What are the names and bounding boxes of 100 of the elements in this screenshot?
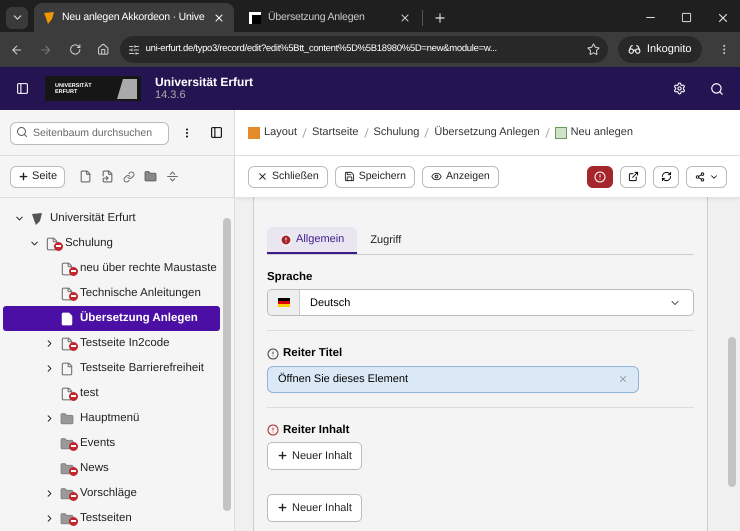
breadcrumb-link[interactable]: Startseite xyxy=(312,124,358,141)
breadcrumb-link[interactable]: Schulung xyxy=(374,124,420,141)
tree-item-label: Universität Erfurt xyxy=(50,210,136,226)
tree-item-label: Schulung xyxy=(65,236,113,251)
external-link-icon xyxy=(628,171,638,182)
tree-item-label: Testseiten xyxy=(80,510,132,526)
close-icon xyxy=(257,171,268,182)
sidebar-toggle-icon[interactable] xyxy=(16,82,29,95)
error-icon xyxy=(280,234,292,246)
language-select[interactable]: Deutsch xyxy=(267,289,694,316)
tree-item[interactable]: Testseite Barrierefreiheit xyxy=(3,356,220,381)
tree-item[interactable]: Testseite In2code xyxy=(3,331,220,356)
tree-item-label: test xyxy=(80,386,99,401)
breadcrumb-separator xyxy=(302,128,307,138)
address-bar[interactable]: uni-erfurt.de/typo3/record/edit?edit%5Btt_content%5D%5B18980%5D=new&module=w... xyxy=(120,36,608,63)
restricted-badge-icon xyxy=(69,292,78,300)
page-icon xyxy=(60,312,74,326)
tree-item[interactable]: Universität Erfurt xyxy=(3,206,220,231)
site-name: Universität Erfurt xyxy=(155,76,254,88)
browser-tab[interactable]: Neu anlegen Akkordeon · Unive xyxy=(34,3,234,32)
new-content-button[interactable]: Neuer Inhalt xyxy=(267,494,362,522)
bookmark-star-icon[interactable] xyxy=(586,43,600,56)
back-icon[interactable] xyxy=(10,42,24,56)
layout-module-icon xyxy=(248,126,260,138)
search-field[interactable]: Seitenbaum durchsuchen xyxy=(10,122,169,145)
tree-item[interactable]: News xyxy=(3,456,220,481)
error-button[interactable] xyxy=(587,166,613,188)
maximize-icon[interactable] xyxy=(681,12,692,23)
tree-item-label: Testseite Barrierefreiheit xyxy=(80,360,204,376)
tree-item[interactable]: Übersetzung Anlegen xyxy=(3,306,220,331)
tree-item-label: Technische Anleitungen xyxy=(80,286,201,301)
tab-list-button[interactable] xyxy=(6,6,28,28)
scrollbar[interactable] xyxy=(728,337,736,487)
close-button[interactable]: Schließen xyxy=(248,166,328,188)
tab-title: Neu anlegen Akkordeon · Unive xyxy=(62,10,206,25)
breadcrumb-separator xyxy=(424,128,430,138)
settings-icon[interactable] xyxy=(673,82,686,95)
refresh-icon xyxy=(660,171,672,182)
tab-favicon-icon xyxy=(249,12,261,24)
folder-icon xyxy=(60,412,74,426)
breadcrumb-link[interactable]: Layout xyxy=(264,124,298,141)
new-page-button[interactable]: Seite xyxy=(10,166,66,188)
tree-item[interactable]: Schulung xyxy=(3,231,220,256)
save-button[interactable]: Speichern xyxy=(334,166,415,188)
restricted-badge-icon xyxy=(54,242,63,250)
share-button[interactable] xyxy=(686,166,727,188)
form-tab[interactable]: Zugriff xyxy=(357,227,414,254)
tree-item[interactable]: Technische Anleitungen xyxy=(3,281,220,306)
tab-title: Übersetzung Anlegen xyxy=(268,10,366,25)
tab-favicon-icon xyxy=(43,12,55,24)
browser-tab[interactable]: Übersetzung Anlegen xyxy=(240,3,420,32)
field-label: Reiter Inhalt xyxy=(283,422,350,438)
content-element-icon xyxy=(554,126,567,138)
breadcrumb-separator xyxy=(364,128,368,138)
link-icon[interactable] xyxy=(123,170,136,182)
scrollbar[interactable] xyxy=(223,218,231,511)
new-tab-icon[interactable] xyxy=(433,10,447,24)
breadcrumb-link[interactable]: Übersetzung Anlegen xyxy=(434,124,540,141)
reload-icon[interactable] xyxy=(68,43,82,56)
tree-item[interactable]: Vorschläge xyxy=(3,481,220,506)
tree-item-label: News xyxy=(80,460,109,476)
new-content-button[interactable]: Neuer Inhalt xyxy=(267,442,362,470)
home-icon[interactable] xyxy=(97,43,110,56)
german-flag-icon xyxy=(278,298,290,308)
restricted-badge-icon xyxy=(69,342,78,350)
form-tab[interactable]: Allgemein xyxy=(267,227,358,254)
folder-icon[interactable] xyxy=(144,170,158,183)
version-number: 14.3.6 xyxy=(155,88,187,102)
plus-icon xyxy=(18,171,29,182)
tree-item-label: Events xyxy=(80,436,116,451)
clear-icon[interactable] xyxy=(618,374,628,384)
tree-item-label: neu über rechte Maustaste xyxy=(80,260,217,276)
tree-item-label: Testseite In2code xyxy=(80,336,170,351)
close-tab-icon[interactable] xyxy=(399,12,411,24)
search-icon[interactable] xyxy=(710,82,724,96)
open-new-window-button[interactable] xyxy=(620,166,646,188)
site-settings-icon[interactable] xyxy=(128,44,140,56)
site-root-icon xyxy=(31,212,43,226)
shortcut-page-icon[interactable] xyxy=(101,170,114,183)
page-icon[interactable] xyxy=(79,170,92,183)
view-button[interactable]: Anzeigen xyxy=(422,166,499,188)
breadcrumb-link[interactable]: Neu anlegen xyxy=(570,124,633,141)
tree-item[interactable]: test xyxy=(3,381,220,406)
collapse-panel-icon[interactable] xyxy=(210,126,223,139)
separator-icon[interactable] xyxy=(166,170,180,183)
incognito-button[interactable]: Inkognito xyxy=(618,36,702,63)
close-tab-icon[interactable] xyxy=(213,12,225,24)
forward-icon[interactable] xyxy=(39,42,53,56)
plus-icon xyxy=(277,450,288,462)
tree-item-label: Hauptmenü xyxy=(80,410,140,426)
reload-button[interactable] xyxy=(653,166,679,188)
tree-item[interactable]: neu über rechte Maustaste xyxy=(3,256,220,281)
page-icon xyxy=(60,362,74,376)
restricted-badge-icon xyxy=(69,392,78,400)
tree-item[interactable]: Events xyxy=(3,431,220,456)
text-input-field[interactable]: Öffnen Sie dieses Element xyxy=(267,366,639,392)
tree-item[interactable]: Hauptmenü xyxy=(3,406,220,431)
plus-icon xyxy=(277,502,288,514)
tree-item[interactable]: Testseiten xyxy=(3,506,220,531)
search-icon xyxy=(16,126,28,138)
